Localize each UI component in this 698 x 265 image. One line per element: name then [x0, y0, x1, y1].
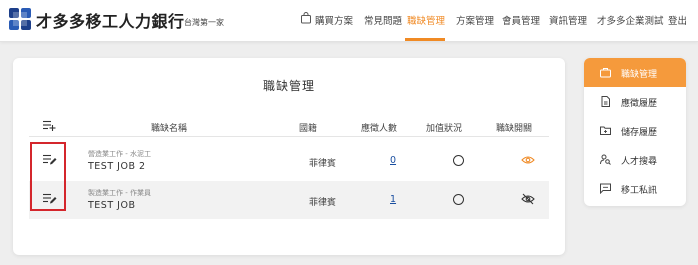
briefcase-icon: [600, 68, 611, 78]
nav-logout[interactable]: 登出: [668, 13, 687, 27]
sidebar-item-label: 應徵履歷: [621, 99, 658, 109]
col-job-toggle: 職缺開關: [496, 124, 533, 134]
folder-icon: [600, 126, 611, 135]
applicant-count-link[interactable]: 1: [390, 194, 396, 205]
nav-faq[interactable]: 常見問題: [364, 13, 402, 27]
nav-buy-plan[interactable]: 購買方案: [315, 13, 353, 27]
nav-plan-management[interactable]: 方案管理: [456, 13, 494, 27]
sidebar-item-talent-search[interactable]: 人才搜尋: [584, 145, 686, 174]
eye-icon[interactable]: [521, 155, 535, 165]
sidebar-item-label: 儲存履歷: [621, 128, 658, 138]
side-menu: 職缺管理 應徵履歷 儲存履歷 人才搜尋 移工私訊: [584, 58, 686, 206]
applicant-count-link[interactable]: 0: [390, 155, 396, 166]
nav-job-management[interactable]: 職缺管理: [407, 13, 445, 27]
col-applicants: 應徵人數: [361, 124, 398, 134]
table-row: 營造業工作 - 水泥工 TEST JOB 2 菲律賓 0: [29, 142, 549, 180]
sidebar-item-job-management[interactable]: 職缺管理: [584, 58, 686, 87]
col-job-name: 職缺名稱: [151, 124, 188, 134]
sidebar-item-messages[interactable]: 移工私訊: [584, 174, 686, 203]
col-addon-status: 加值狀況: [426, 124, 463, 134]
active-nav-indicator: [405, 38, 445, 41]
brand-name[interactable]: 才多多移工人力銀行: [36, 8, 185, 32]
cart-icon[interactable]: [300, 12, 312, 24]
top-header: 才多多移工人力銀行 台灣第一家 購買方案 常見問題 職缺管理 方案管理 會員管理…: [0, 0, 698, 42]
circle-icon[interactable]: [453, 194, 464, 205]
chat-icon: [600, 183, 611, 194]
page-title: 職缺管理: [262, 79, 315, 93]
sidebar-item-applications[interactable]: 應徵履歷: [584, 87, 686, 116]
add-job-icon[interactable]: [43, 120, 56, 131]
sidebar-item-label: 人才搜尋: [621, 157, 658, 167]
job-nationality: 菲律賓: [309, 198, 337, 208]
nav-company-account[interactable]: 才多多企業測試: [597, 13, 664, 27]
nav-member-management[interactable]: 會員管理: [502, 13, 540, 27]
job-category: 營造業工作 - 水泥工: [88, 150, 151, 158]
job-management-card: 職缺管理 職缺名稱 國籍 應徵人數 加值狀況 職缺開關 營造業工作 - 水泥工 …: [13, 58, 565, 255]
brand-tagline: 台灣第一家: [184, 18, 224, 27]
person-search-icon: [600, 154, 611, 165]
job-nationality: 菲律賓: [309, 159, 337, 169]
sidebar-item-saved-resumes[interactable]: 儲存履歷: [584, 116, 686, 145]
highlight-annotation: [30, 142, 66, 211]
job-title[interactable]: TEST JOB: [88, 200, 135, 211]
header-divider: [29, 136, 549, 137]
table-row: 製造業工作 - 作業員 TEST JOB 菲律賓 1: [29, 181, 549, 219]
col-nationality: 國籍: [299, 124, 318, 134]
sidebar-item-label: 移工私訊: [621, 186, 658, 196]
sidebar-item-label: 職缺管理: [621, 70, 658, 80]
document-icon: [601, 96, 610, 107]
nav-info-management[interactable]: 資訊管理: [549, 13, 587, 27]
job-title[interactable]: TEST JOB 2: [88, 161, 146, 172]
eye-off-icon[interactable]: [521, 193, 535, 205]
circle-icon[interactable]: [453, 155, 464, 166]
logo-icon[interactable]: [9, 8, 31, 30]
job-category: 製造業工作 - 作業員: [88, 189, 151, 197]
